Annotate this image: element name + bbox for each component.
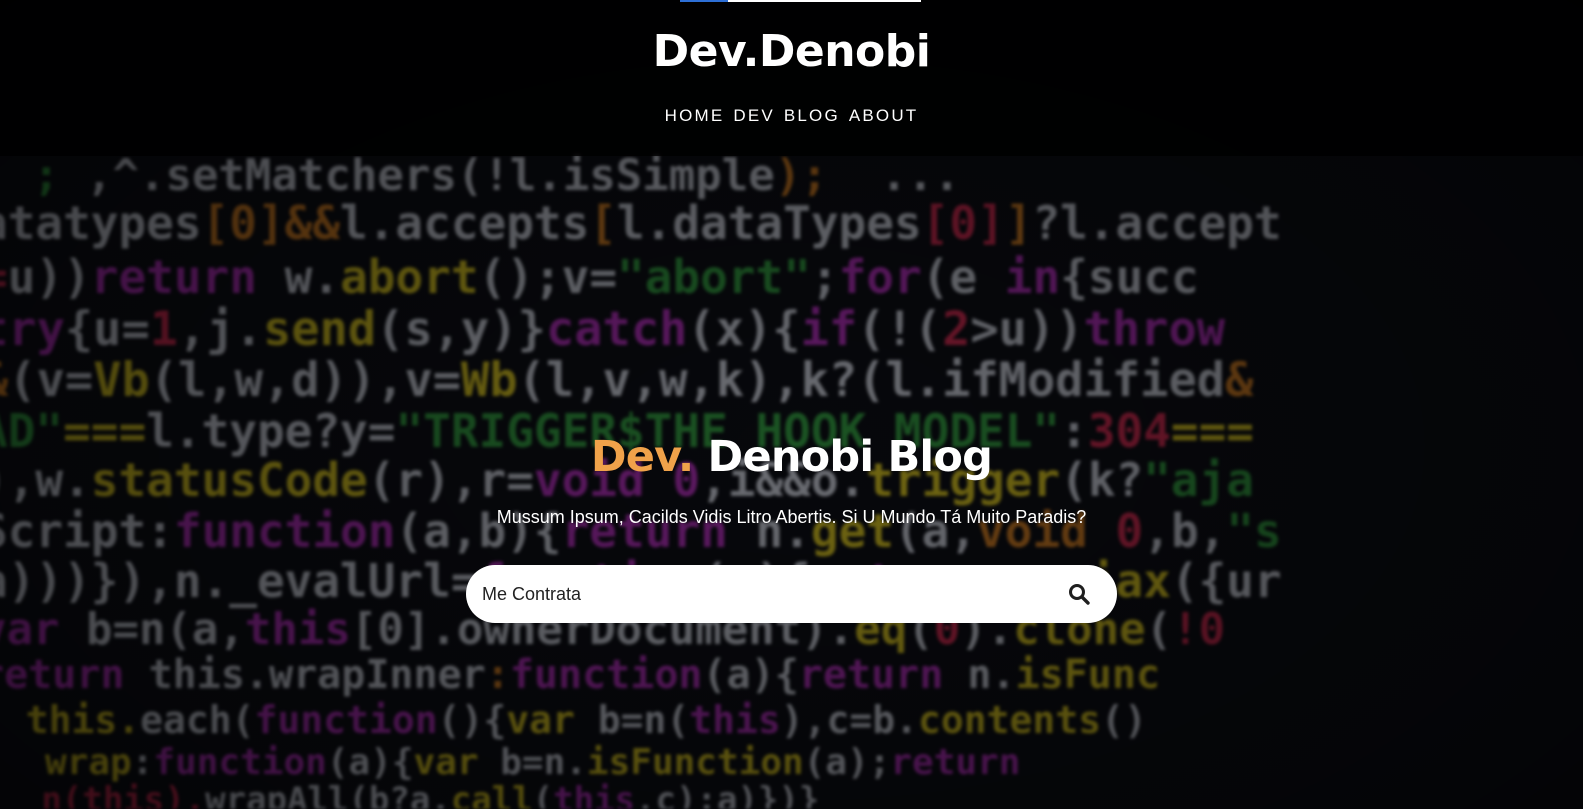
page: ; ,^.setMatchers(!l.isSimple); ... ataty… — [0, 0, 1583, 809]
hero-title-main: Denobi Blog — [693, 432, 993, 482]
nav-item-blog[interactable]: BLOG — [784, 106, 840, 125]
hero-subtitle: Mussum Ipsum, Cacilds Vidis Litro Aberti… — [496, 507, 1087, 527]
header-top-line-accent — [680, 0, 728, 2]
search-icon[interactable] — [1067, 582, 1091, 606]
main-nav: HOME DEV BLOG ABOUT — [0, 106, 1583, 126]
nav-item-about[interactable]: ABOUT — [849, 106, 919, 125]
nav-item-dev[interactable]: DEV — [733, 106, 775, 125]
search-input[interactable] — [482, 565, 1042, 623]
hero-title-accent: Dev. — [590, 432, 694, 482]
nav-item-home[interactable]: HOME — [665, 106, 725, 125]
site-logo[interactable]: Dev.Denobi — [0, 26, 1583, 77]
hero-title: Dev. Denobi Blog — [0, 432, 1583, 482]
site-header: Dev.Denobi HOME DEV BLOG ABOUT — [0, 0, 1583, 156]
search-bar — [466, 565, 1117, 623]
